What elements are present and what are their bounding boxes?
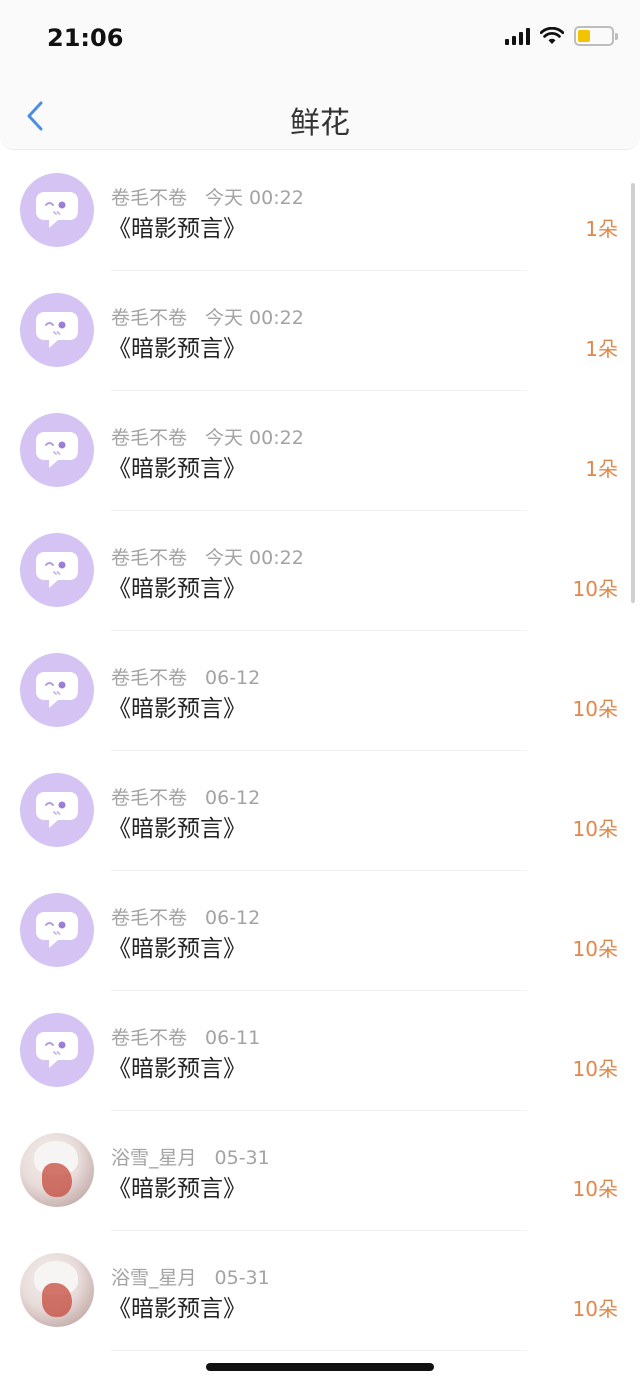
book-title: 《暗影预言》	[108, 576, 246, 602]
list-item[interactable]: 卷毛不卷 06-12 《暗影预言》 10朵	[0, 631, 640, 751]
avatar[interactable]	[20, 1253, 94, 1327]
avatar[interactable]	[20, 773, 94, 847]
avatar[interactable]	[20, 533, 94, 607]
avatar[interactable]	[20, 1133, 94, 1207]
scrollbar[interactable]	[631, 183, 635, 603]
user-name: 卷毛不卷	[111, 667, 188, 689]
chat-bubble-face-icon	[36, 912, 78, 948]
book-title: 《暗影预言》	[108, 1056, 246, 1082]
chat-bubble-face-icon	[36, 672, 78, 708]
item-meta: 卷毛不卷 06-12	[111, 663, 260, 690]
book-title: 《暗影预言》	[108, 1176, 246, 1202]
timestamp: 06-11	[205, 1027, 261, 1049]
avatar[interactable]	[20, 413, 94, 487]
timestamp: 今天 00:22	[205, 187, 304, 209]
timestamp: 06-12	[205, 667, 261, 689]
item-meta: 卷毛不卷 06-11	[111, 1023, 260, 1050]
user-name: 浴雪_星月	[111, 1267, 197, 1289]
flower-count: 10朵	[572, 937, 618, 961]
flower-count: 1朵	[585, 217, 618, 241]
book-title: 《暗影预言》	[108, 336, 246, 362]
item-meta: 卷毛不卷 06-12	[111, 783, 260, 810]
avatar[interactable]	[20, 173, 94, 247]
list-item[interactable]: 卷毛不卷 06-12 《暗影预言》 10朵	[0, 751, 640, 871]
flower-count: 1朵	[585, 337, 618, 361]
flower-count: 10朵	[572, 577, 618, 601]
timestamp: 今天 00:22	[205, 427, 304, 449]
item-meta: 卷毛不卷 今天 00:22	[111, 183, 304, 210]
list-item[interactable]: 卷毛不卷 今天 00:22 《暗影预言》 10朵	[0, 511, 640, 631]
book-title: 《暗影预言》	[108, 696, 246, 722]
user-name: 卷毛不卷	[111, 787, 188, 809]
flower-count: 1朵	[585, 457, 618, 481]
item-meta: 卷毛不卷 今天 00:22	[111, 303, 304, 330]
flower-count: 10朵	[572, 1177, 618, 1201]
user-name: 浴雪_星月	[111, 1147, 197, 1169]
book-title: 《暗影预言》	[108, 1296, 246, 1322]
list-item[interactable]: 卷毛不卷 今天 00:22 《暗影预言》 1朵	[0, 271, 640, 391]
item-meta: 卷毛不卷 06-12	[111, 903, 260, 930]
status-time: 21:06	[47, 24, 124, 52]
wifi-icon	[540, 27, 564, 44]
item-meta: 卷毛不卷 今天 00:22	[111, 543, 304, 570]
list-item[interactable]: 卷毛不卷 06-12 《暗影预言》 10朵	[0, 871, 640, 991]
user-name: 卷毛不卷	[111, 427, 188, 449]
user-name: 卷毛不卷	[111, 187, 188, 209]
flower-count: 10朵	[572, 1057, 618, 1081]
battery-icon	[574, 26, 618, 46]
list-item[interactable]: 卷毛不卷 今天 00:22 《暗影预言》 1朵	[0, 151, 640, 271]
user-name: 卷毛不卷	[111, 907, 188, 929]
avatar[interactable]	[20, 293, 94, 367]
flower-count: 10朵	[572, 817, 618, 841]
chat-bubble-face-icon	[36, 312, 78, 348]
status-icons	[505, 26, 618, 46]
timestamp: 05-31	[214, 1147, 270, 1169]
page-title: 鲜花	[290, 106, 350, 141]
chat-bubble-face-icon	[36, 792, 78, 828]
flower-count: 10朵	[572, 1297, 618, 1321]
avatar[interactable]	[20, 893, 94, 967]
book-title: 《暗影预言》	[108, 816, 246, 842]
chat-bubble-face-icon	[36, 552, 78, 588]
timestamp: 06-12	[205, 787, 261, 809]
chat-bubble-face-icon	[36, 432, 78, 468]
divider	[111, 1350, 527, 1351]
nav-header: 21:06 鲜花	[0, 0, 640, 150]
user-name: 卷毛不卷	[111, 1027, 188, 1049]
flower-count: 10朵	[572, 697, 618, 721]
cellular-signal-icon	[505, 27, 530, 45]
home-indicator	[206, 1363, 434, 1371]
timestamp: 今天 00:22	[205, 307, 304, 329]
book-title: 《暗影预言》	[108, 456, 246, 482]
list-item[interactable]: 卷毛不卷 06-11 《暗影预言》 10朵	[0, 991, 640, 1111]
timestamp: 06-12	[205, 907, 261, 929]
avatar[interactable]	[20, 653, 94, 727]
avatar[interactable]	[20, 1013, 94, 1087]
item-meta: 浴雪_星月 05-31	[111, 1263, 270, 1290]
flower-list: 卷毛不卷 今天 00:22 《暗影预言》 1朵 卷毛不卷 今天 00:22 《暗影预言》 1朵…	[0, 151, 640, 1351]
book-title: 《暗影预言》	[108, 936, 246, 962]
item-meta: 浴雪_星月 05-31	[111, 1143, 270, 1170]
chat-bubble-face-icon	[36, 192, 78, 228]
user-name: 卷毛不卷	[111, 547, 188, 569]
list-item[interactable]: 浴雪_星月 05-31 《暗影预言》 10朵	[0, 1111, 640, 1231]
item-meta: 卷毛不卷 今天 00:22	[111, 423, 304, 450]
list-item[interactable]: 浴雪_星月 05-31 《暗影预言》 10朵	[0, 1231, 640, 1351]
book-title: 《暗影预言》	[108, 216, 246, 242]
list-item[interactable]: 卷毛不卷 今天 00:22 《暗影预言》 1朵	[0, 391, 640, 511]
timestamp: 今天 00:22	[205, 547, 304, 569]
user-name: 卷毛不卷	[111, 307, 188, 329]
chat-bubble-face-icon	[36, 1032, 78, 1068]
timestamp: 05-31	[214, 1267, 270, 1289]
